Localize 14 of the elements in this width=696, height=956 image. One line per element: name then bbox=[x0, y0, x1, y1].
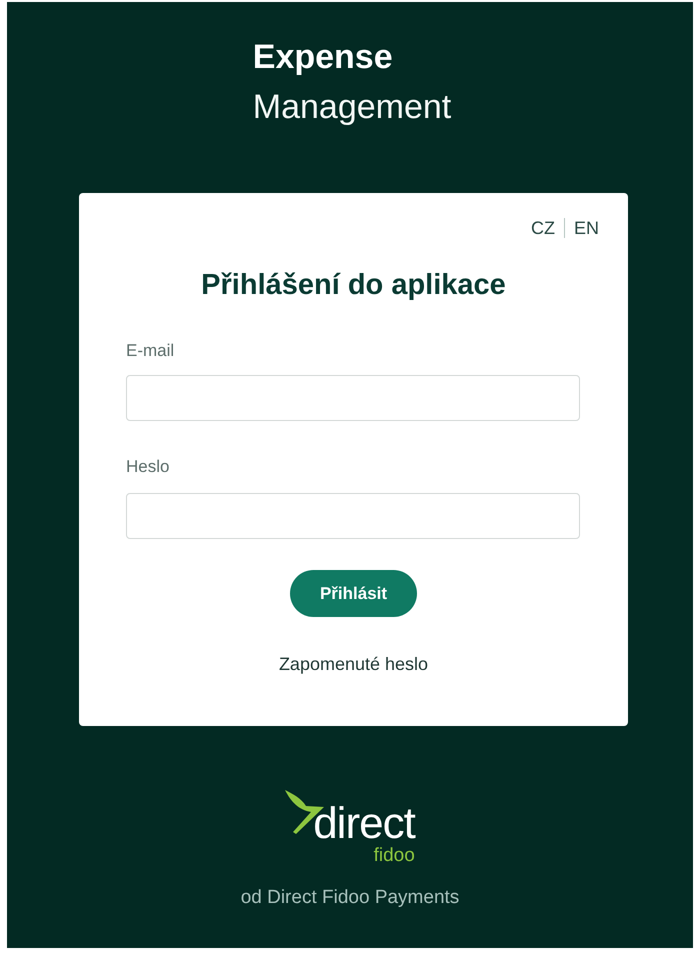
app-title: Expense bbox=[252, 37, 393, 78]
app-subtitle: Management bbox=[252, 87, 452, 128]
field-label: E-mail bbox=[126, 340, 174, 362]
login-heading: Přihlášení do aplikace bbox=[200, 268, 507, 303]
input-field[interactable] bbox=[126, 375, 580, 421]
logo-wordmark: direct bbox=[313, 802, 415, 846]
logo-sub-wordmark: fidoo bbox=[374, 846, 415, 866]
input-field[interactable] bbox=[126, 493, 580, 539]
field-label: Heslo bbox=[126, 456, 170, 478]
forgot-password-link[interactable]: Zapomenuté heslo bbox=[278, 653, 428, 675]
language-link[interactable]: CZ bbox=[530, 217, 555, 239]
footer-tagline: od Direct Fidoo Payments bbox=[240, 887, 460, 909]
login-button[interactable]: Přihlásit bbox=[290, 570, 417, 617]
language-link[interactable]: EN bbox=[574, 217, 599, 239]
